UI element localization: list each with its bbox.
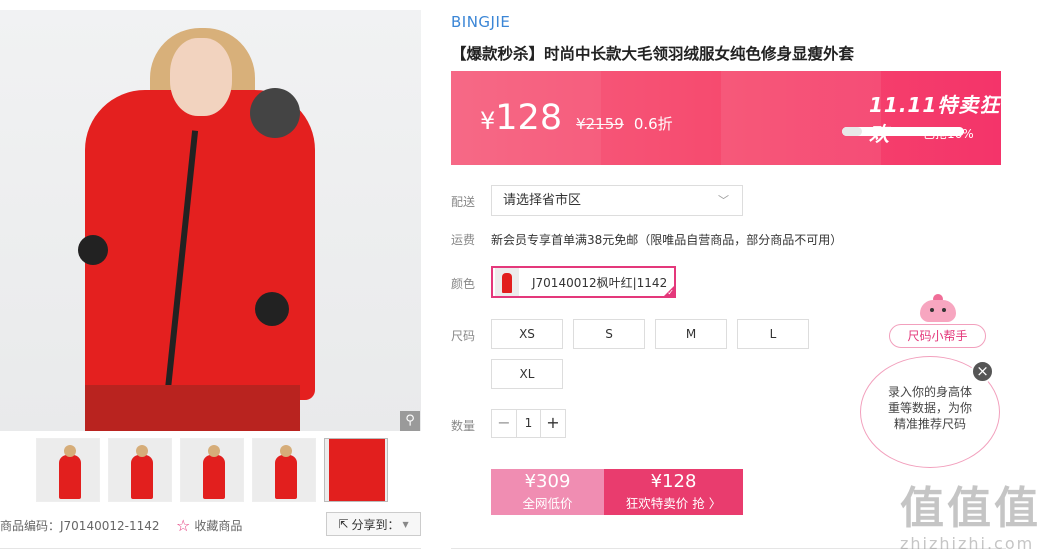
sold-progress-fill: [842, 127, 862, 136]
thumbnail-strip: [36, 438, 388, 502]
brand-link[interactable]: BINGJIE: [451, 13, 510, 31]
buy-buttons: ¥309 全网低价 ¥128 狂欢特卖价 抢 〉: [491, 469, 743, 515]
sale-price: ¥128: [650, 471, 697, 492]
gallery-meta: 商品编码：J70140012-1142 ☆ 收藏商品 ⇱ 分享到： ▼: [0, 512, 421, 538]
sold-label: 已抢16%: [923, 127, 974, 141]
watermark-logo: 值值值: [900, 483, 1041, 534]
chevron-down-icon: ▼: [402, 519, 409, 529]
color-option-selected[interactable]: J70140012枫叶红|1142 ✓: [491, 266, 676, 298]
helper-text-line: 录入你的身高体: [887, 385, 972, 399]
thumbnail[interactable]: [252, 438, 316, 502]
product-main-image[interactable]: [0, 10, 421, 431]
delivery-label: 配送: [451, 195, 476, 209]
fur-cuff: [78, 235, 108, 265]
quantity-input[interactable]: 1: [516, 410, 541, 437]
size-option-l[interactable]: L: [737, 319, 809, 349]
currency-symbol: ¥: [480, 107, 496, 135]
discount: 0.6折: [633, 115, 673, 133]
shipping-label: 运费: [451, 233, 476, 247]
size-label: 尺码: [451, 329, 476, 343]
mascot-icon[interactable]: [920, 294, 956, 324]
quantity-stepper: − 1 +: [491, 409, 566, 438]
product-title: 【爆款秒杀】时尚中长款大毛领羽绒服女纯色修身显瘦外套: [451, 45, 855, 63]
check-icon: ✓: [667, 288, 674, 297]
thumbnail[interactable]: [36, 438, 100, 502]
current-price: 128: [495, 98, 563, 138]
quantity-minus-button[interactable]: −: [492, 410, 516, 437]
size-option-xs[interactable]: XS: [491, 319, 563, 349]
low-price-button[interactable]: ¥309 全网低价: [491, 469, 604, 515]
share-icon: ⇱: [338, 517, 349, 531]
size-option-m[interactable]: M: [655, 319, 727, 349]
zoom-icon[interactable]: ⚲: [400, 411, 420, 431]
close-icon[interactable]: ×: [971, 360, 994, 383]
favorite-button[interactable]: ☆ 收藏商品: [176, 516, 242, 535]
share-button[interactable]: ⇱ 分享到： ▼: [326, 512, 421, 536]
thumbnail[interactable]: [324, 438, 388, 502]
size-option-s[interactable]: S: [573, 319, 645, 349]
skirt: [85, 385, 300, 431]
quantity-plus-button[interactable]: +: [541, 410, 565, 437]
favorite-label: 收藏商品: [194, 518, 243, 533]
chevron-down-icon: ﹀: [718, 194, 729, 207]
size-option-xl[interactable]: XL: [491, 359, 563, 389]
color-option-label: J70140012枫叶红|1142: [532, 275, 668, 290]
thumbnail[interactable]: [180, 438, 244, 502]
low-price-label: 全网低价: [522, 496, 573, 511]
original-price: ¥2159: [576, 115, 624, 133]
fur-cuff: [255, 292, 289, 326]
model-face: [170, 38, 232, 116]
color-swatch: [495, 268, 519, 296]
low-price: ¥309: [524, 471, 571, 492]
buy-now-label: 狂欢特卖价 抢 〉: [625, 496, 722, 511]
region-placeholder: 请选择省市区: [503, 193, 582, 208]
watermark: 值值值 zhizhizhi.com: [900, 472, 1041, 553]
divider: [0, 548, 421, 549]
shipping-text: 新会员专享首单满38元免邮（限唯品自营商品，部分商品不可用）: [491, 233, 843, 247]
star-icon: ☆: [176, 515, 191, 535]
helper-text-line: 精准推荐尺码: [893, 417, 966, 431]
price-banner: ¥ 128 ¥2159 0.6折 11.11特卖狂欢 已抢16%: [451, 71, 1001, 165]
region-select[interactable]: 请选择省市区 ﹀: [491, 185, 743, 216]
thumbnail[interactable]: [108, 438, 172, 502]
fur-collar: [250, 88, 300, 138]
price-block: ¥ 128 ¥2159 0.6折: [480, 98, 673, 138]
watermark-url: zhizhizhi.com: [900, 534, 1035, 553]
size-helper-button[interactable]: 尺码小帮手: [889, 324, 986, 348]
color-label: 颜色: [451, 277, 476, 291]
helper-text-line: 重等数据，为你: [887, 401, 972, 415]
share-label: 分享到：: [351, 517, 400, 532]
product-code: 商品编码：J70140012-1142: [0, 518, 160, 533]
quantity-label: 数量: [451, 419, 476, 433]
buy-now-button[interactable]: ¥128 狂欢特卖价 抢 〉: [604, 469, 743, 515]
